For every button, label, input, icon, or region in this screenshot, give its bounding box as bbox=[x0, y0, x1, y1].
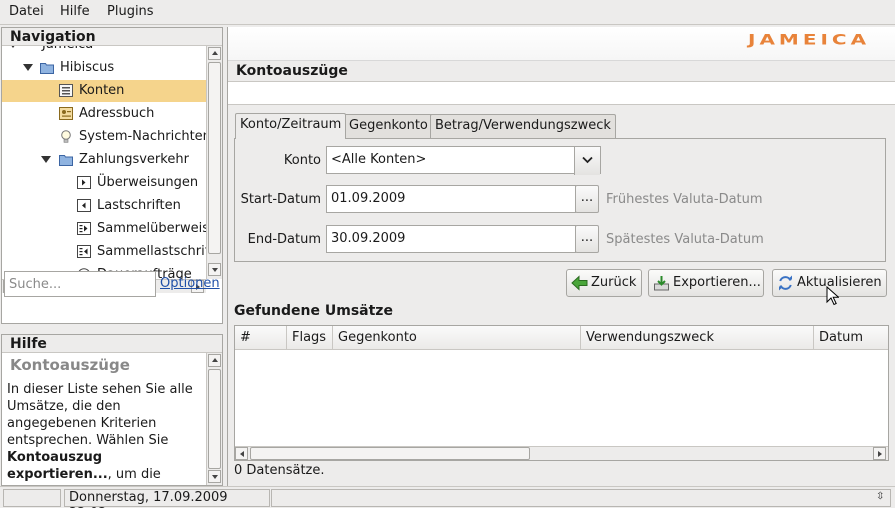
help-title: Hilfe bbox=[2, 335, 222, 353]
refresh-icon bbox=[779, 275, 792, 291]
help-text-bold: Kontoauszug exportieren... bbox=[7, 450, 108, 482]
arrow-left-icon bbox=[571, 275, 588, 291]
banner: JAMEICA bbox=[228, 27, 895, 61]
status-cell bbox=[271, 489, 891, 507]
tree-item-zahlungsverkehr[interactable]: Zahlungsverkehr bbox=[2, 149, 206, 171]
folder-icon bbox=[40, 63, 54, 74]
menu-hilfe[interactable]: Hilfe bbox=[60, 4, 90, 19]
tree-vertical-scrollbar[interactable] bbox=[206, 46, 222, 279]
account-icon bbox=[59, 84, 73, 97]
start-date-input[interactable]: 01.09.2009 bbox=[326, 185, 576, 213]
scroll-thumb[interactable] bbox=[208, 62, 221, 254]
status-bar: Donnerstag, 17.09.2009 22:02 ⇳ bbox=[0, 486, 895, 508]
scroll-down-icon[interactable] bbox=[208, 470, 221, 483]
help-vertical-scrollbar[interactable] bbox=[206, 353, 222, 485]
end-date-hint: Spätestes Valuta-Datum bbox=[606, 232, 764, 247]
start-date-hint: Frühestes Valuta-Datum bbox=[606, 192, 763, 207]
back-button[interactable]: Zurück bbox=[566, 269, 642, 297]
dropdown-button[interactable] bbox=[574, 147, 600, 175]
help-panel: Hilfe Kontoauszüge In dieser Liste sehen… bbox=[1, 334, 223, 486]
scroll-up-icon[interactable] bbox=[208, 354, 221, 367]
status-cell bbox=[3, 489, 61, 507]
menu-bar: Datei Hilfe Plugins bbox=[0, 0, 895, 25]
search-input[interactable] bbox=[4, 271, 156, 297]
tree-item-system-nachrichten[interactable]: System-Nachrichten bbox=[2, 126, 206, 148]
konto-select[interactable]: <Alle Konten> bbox=[326, 146, 601, 175]
title-separator bbox=[228, 81, 895, 105]
tree-item-hibiscus[interactable]: Hibiscus bbox=[2, 57, 206, 79]
tab-panel: Konto <Alle Konten> Start-Datum 01.09.20… bbox=[234, 138, 886, 262]
expander-icon[interactable] bbox=[8, 46, 18, 48]
table-header: # Flags Gegenkonto Verwendungszweck Datu… bbox=[235, 326, 888, 350]
results-title: Gefundene Umsätze bbox=[234, 303, 393, 319]
start-date-label: Start-Datum bbox=[240, 192, 321, 207]
help-text-plain: In dieser Liste sehen Sie alle Umsätze, … bbox=[7, 382, 193, 448]
tree-item-lastschriften[interactable]: Lastschriften bbox=[2, 195, 206, 217]
brand-logo: JAMEICA bbox=[748, 31, 871, 48]
status-datetime: Donnerstag, 17.09.2009 22:02 bbox=[64, 489, 270, 508]
export-button[interactable]: Exportieren... bbox=[648, 269, 764, 297]
record-count: 0 Datensätze. bbox=[234, 463, 325, 478]
page-title: Kontoauszüge bbox=[236, 63, 348, 79]
help-text: In dieser Liste sehen Sie alle Umsätze, … bbox=[7, 381, 205, 483]
tab-konto-zeitraum[interactable]: Konto/Zeitraum bbox=[235, 113, 347, 139]
tree-item-sammellastschriften[interactable]: Sammellastschriften bbox=[2, 241, 206, 263]
addressbook-icon bbox=[59, 107, 73, 120]
navigation-title: Navigation bbox=[2, 28, 222, 46]
results-table: # Flags Gegenkonto Verwendungszweck Datu… bbox=[234, 325, 889, 461]
export-icon bbox=[654, 276, 669, 291]
tree-item-sammelueberweisungen[interactable]: Sammelüberweisungen bbox=[2, 218, 206, 240]
column-header-gegenkonto[interactable]: Gegenkonto bbox=[333, 326, 581, 350]
transfer-icon bbox=[77, 176, 91, 189]
scroll-up-icon[interactable] bbox=[208, 47, 221, 60]
table-horizontal-scrollbar[interactable] bbox=[235, 446, 888, 460]
column-header-flags[interactable]: Flags bbox=[287, 326, 333, 350]
options-link[interactable]: Optionen bbox=[160, 276, 220, 291]
bulk-debit-icon bbox=[77, 245, 91, 258]
expander-icon[interactable] bbox=[23, 64, 33, 71]
tree-item-adressbuch[interactable]: Adressbuch bbox=[2, 103, 206, 125]
scroll-left-icon[interactable] bbox=[235, 447, 248, 460]
debit-icon bbox=[77, 199, 91, 212]
folder-icon bbox=[59, 155, 73, 166]
column-header-number[interactable]: # bbox=[235, 326, 287, 350]
tree-item-ueberweisungen[interactable]: Überweisungen bbox=[2, 172, 206, 194]
resize-grip-icon[interactable]: ⇳ bbox=[876, 491, 884, 502]
main-panel: JAMEICA Kontoauszüge Konto/Zeitraum Gege… bbox=[227, 27, 895, 486]
scroll-right-icon[interactable] bbox=[873, 447, 886, 460]
scroll-thumb[interactable] bbox=[250, 447, 530, 460]
tab-betrag-verwendungszweck[interactable]: Betrag/Verwendungszweck bbox=[430, 114, 616, 138]
end-date-input[interactable]: 30.09.2009 bbox=[326, 225, 576, 253]
konto-value: <Alle Konten> bbox=[331, 152, 427, 167]
navigation-tree: Jameica Hibiscus Konten Adressbuch Syste… bbox=[2, 46, 206, 279]
tree-item-konten[interactable]: Konten bbox=[2, 80, 206, 102]
konto-label: Konto bbox=[283, 153, 321, 168]
end-date-picker-button[interactable]: ... bbox=[575, 225, 599, 253]
menu-datei[interactable]: Datei bbox=[9, 4, 44, 19]
help-text-after: , um die bbox=[107, 467, 161, 482]
column-header-datum[interactable]: Datum bbox=[814, 326, 888, 350]
tab-gegenkonto[interactable]: Gegenkonto bbox=[344, 114, 433, 138]
mouse-pointer-icon bbox=[826, 286, 839, 306]
menu-plugins[interactable]: Plugins bbox=[107, 4, 154, 19]
tree-item-jameica[interactable]: Jameica bbox=[2, 46, 206, 56]
end-date-label: End-Datum bbox=[247, 232, 321, 247]
help-heading: Kontoauszüge bbox=[10, 356, 130, 374]
expander-icon[interactable] bbox=[41, 156, 51, 163]
bulk-transfer-icon bbox=[77, 222, 91, 235]
chevron-down-icon bbox=[582, 156, 593, 164]
column-header-verwendungszweck[interactable]: Verwendungszweck bbox=[581, 326, 814, 350]
start-date-picker-button[interactable]: ... bbox=[575, 185, 599, 213]
scroll-down-icon[interactable] bbox=[208, 263, 221, 276]
lightbulb-icon bbox=[61, 130, 71, 143]
scroll-thumb[interactable] bbox=[208, 369, 221, 469]
